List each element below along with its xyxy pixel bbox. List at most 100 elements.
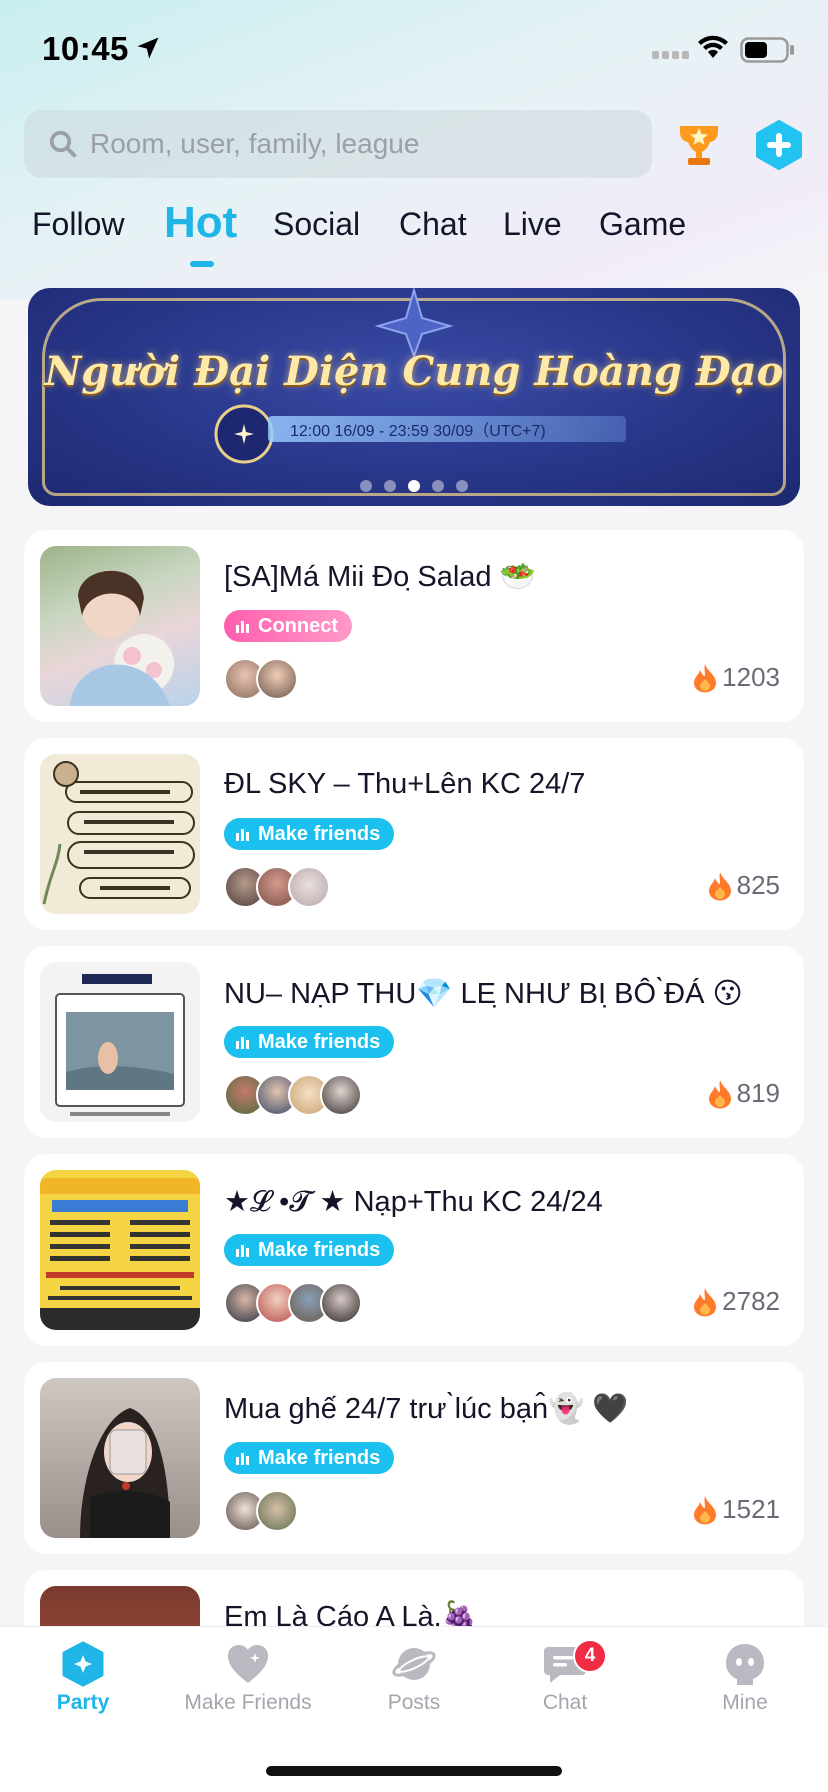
member-avatars <box>224 866 330 908</box>
home-indicator <box>266 1766 562 1776</box>
room-card[interactable]: Mua ghế 24/7 trư ̀lúc bạn̂👻 🖤 Make frien… <box>24 1362 804 1554</box>
banner-date-range: 12:00 16/09 - 23:59 30/09（UTC+7) <box>268 416 626 442</box>
fire-icon <box>708 871 731 900</box>
nav-label: Party <box>56 1691 110 1714</box>
trophy-icon[interactable] <box>672 116 726 170</box>
avatar <box>288 866 330 908</box>
fire-icon <box>694 1287 717 1316</box>
party-icon <box>62 1641 104 1687</box>
heart-icon <box>228 1645 268 1683</box>
moon-icon <box>214 404 274 464</box>
nav-party[interactable]: Party <box>13 1641 153 1715</box>
banner-title: Người Đại Diện Cung Hoàng Đạo <box>44 348 784 395</box>
member-avatars <box>224 1490 298 1532</box>
room-heat: 1521 <box>692 1494 780 1525</box>
room-title: ĐL SKY – Thu+Lên KC 24/7 <box>224 768 586 800</box>
audio-bars-icon <box>236 1453 249 1465</box>
room-thumbnail <box>40 1170 200 1330</box>
room-tag-make-friends: Make friends <box>224 818 395 850</box>
status-time: 10:45 <box>42 30 129 67</box>
tab-follow[interactable]: Follow <box>32 206 124 243</box>
nav-label: Chat <box>542 1691 588 1714</box>
create-room-button[interactable] <box>754 120 804 170</box>
heat-count: 2782 <box>722 1286 780 1316</box>
room-tag-label: Make friends <box>258 1446 381 1469</box>
member-avatars <box>224 1282 362 1324</box>
room-tag-label: Connect <box>258 614 338 637</box>
banner-dot-active[interactable] <box>408 480 420 492</box>
avatar <box>256 1490 298 1532</box>
status-bar: 10:45 <box>0 0 828 96</box>
chat-unread-badge: 4 <box>573 1639 607 1673</box>
nav-posts[interactable]: Posts <box>344 1641 484 1715</box>
cellular-signal-icon <box>652 51 689 59</box>
fire-icon <box>694 663 717 692</box>
room-title: ★𝓛 •𝓣 ★ Nạp+Thu KC 24/24 <box>224 1186 603 1218</box>
tab-hot[interactable]: Hot <box>164 198 237 248</box>
member-avatars <box>224 1074 362 1116</box>
nav-label: Mine <box>722 1691 768 1714</box>
room-thumbnail <box>40 1378 200 1538</box>
room-thumbnail-art <box>80 1408 170 1538</box>
room-title: NU– NẠP THU💎 LE ̣NHƯ BI ̣BÔ ̀ĐÁ 😗 <box>224 978 743 1010</box>
room-tag-make-friends: Make friends <box>224 1442 395 1474</box>
audio-bars-icon <box>236 829 249 841</box>
fire-icon <box>694 1495 717 1524</box>
avatar <box>320 1282 362 1324</box>
room-tag-label: Make friends <box>258 1238 381 1261</box>
audio-bars-icon <box>236 621 249 633</box>
nav-label: Make Friends <box>184 1691 312 1714</box>
search-icon <box>49 130 77 158</box>
wifi-icon <box>698 35 728 58</box>
nav-make-friends[interactable]: Make Friends <box>178 1641 318 1715</box>
room-card[interactable]: ĐL SKY – Thu+Lên KC 24/7 Make friends 82… <box>24 738 804 930</box>
event-banner[interactable]: Người Đại Diện Cung Hoàng Đạo 12:00 16/0… <box>28 288 800 506</box>
room-heat: 825 <box>707 870 780 901</box>
tab-game[interactable]: Game <box>599 206 686 243</box>
room-thumbnail-art <box>55 974 185 1116</box>
tab-social[interactable]: Social <box>273 206 360 243</box>
avatar <box>320 1074 362 1116</box>
location-arrow-icon <box>137 37 159 59</box>
room-card[interactable]: NU– NẠP THU💎 LE ̣NHƯ BI ̣BÔ ̀ĐÁ 😗 Make f… <box>24 946 804 1138</box>
room-thumbnail <box>40 754 200 914</box>
heat-count: 1521 <box>722 1494 780 1524</box>
heat-count: 819 <box>736 1078 780 1108</box>
tab-chat[interactable]: Chat <box>399 206 467 243</box>
room-thumbnail-art <box>42 761 195 905</box>
banner-dot[interactable] <box>384 480 396 492</box>
tab-live[interactable]: Live <box>503 206 562 243</box>
room-tag-make-friends: Make friends <box>224 1234 395 1266</box>
room-heat: 1203 <box>692 662 780 693</box>
nav-chat[interactable]: 4 Chat <box>495 1639 635 1715</box>
room-tag-label: Make friends <box>258 822 381 845</box>
search-placeholder: Room, user, family, league <box>90 128 420 159</box>
heat-count: 1203 <box>722 662 780 692</box>
search-input[interactable]: Room, user, family, league <box>24 110 652 178</box>
fire-icon <box>708 1079 731 1108</box>
banner-dot[interactable] <box>432 480 444 492</box>
nav-mine[interactable]: Mine <box>675 1641 815 1715</box>
room-heat: 819 <box>707 1078 780 1109</box>
room-card[interactable]: [SA]Má Mii Đo ̣Salad 🥗 Connect 1203 <box>24 530 804 722</box>
banner-dot[interactable] <box>456 480 468 492</box>
active-tab-indicator <box>190 261 214 267</box>
room-thumbnail-art <box>40 1178 200 1330</box>
room-tag-label: Make friends <box>258 1030 381 1053</box>
room-title: [SA]Má Mii Đo ̣Salad 🥗 <box>224 561 536 593</box>
member-avatars <box>224 658 298 700</box>
room-title: Mua ghế 24/7 trư ̀lúc bạn̂👻 🖤 <box>224 1393 629 1425</box>
heat-count: 825 <box>736 870 780 900</box>
room-thumbnail-art <box>70 570 174 706</box>
room-thumbnail <box>40 546 200 706</box>
room-tag-make-friends: Make friends <box>224 1026 395 1058</box>
room-card[interactable]: ★𝓛 •𝓣 ★ Nạp+Thu KC 24/24 Make friends 27… <box>24 1154 804 1346</box>
ghost-icon <box>726 1644 764 1685</box>
planet-icon <box>392 1648 436 1680</box>
nav-label: Posts <box>387 1691 441 1714</box>
banner-pagination <box>28 480 800 492</box>
room-heat: 2782 <box>692 1286 780 1317</box>
banner-dot[interactable] <box>360 480 372 492</box>
battery-icon <box>740 37 794 63</box>
room-thumbnail <box>40 962 200 1122</box>
